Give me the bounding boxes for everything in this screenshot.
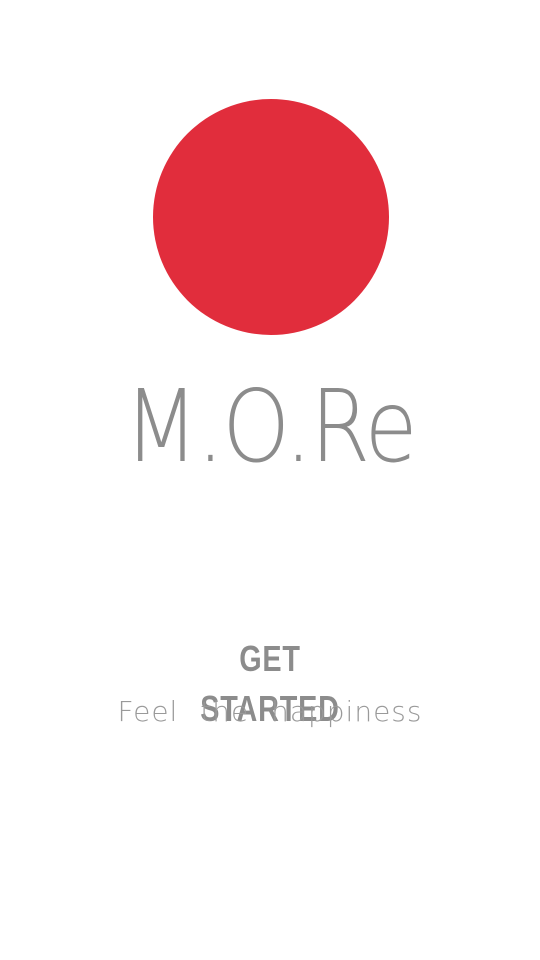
get-started-button[interactable]: GET STARTED xyxy=(166,634,374,729)
splash-screen: M.O.Re GET STARTED Feel the happiness xyxy=(0,0,540,960)
tagline: Feel the happiness xyxy=(117,695,423,728)
logo-circle xyxy=(153,99,389,335)
brand-name: M.O.Re xyxy=(124,368,417,485)
